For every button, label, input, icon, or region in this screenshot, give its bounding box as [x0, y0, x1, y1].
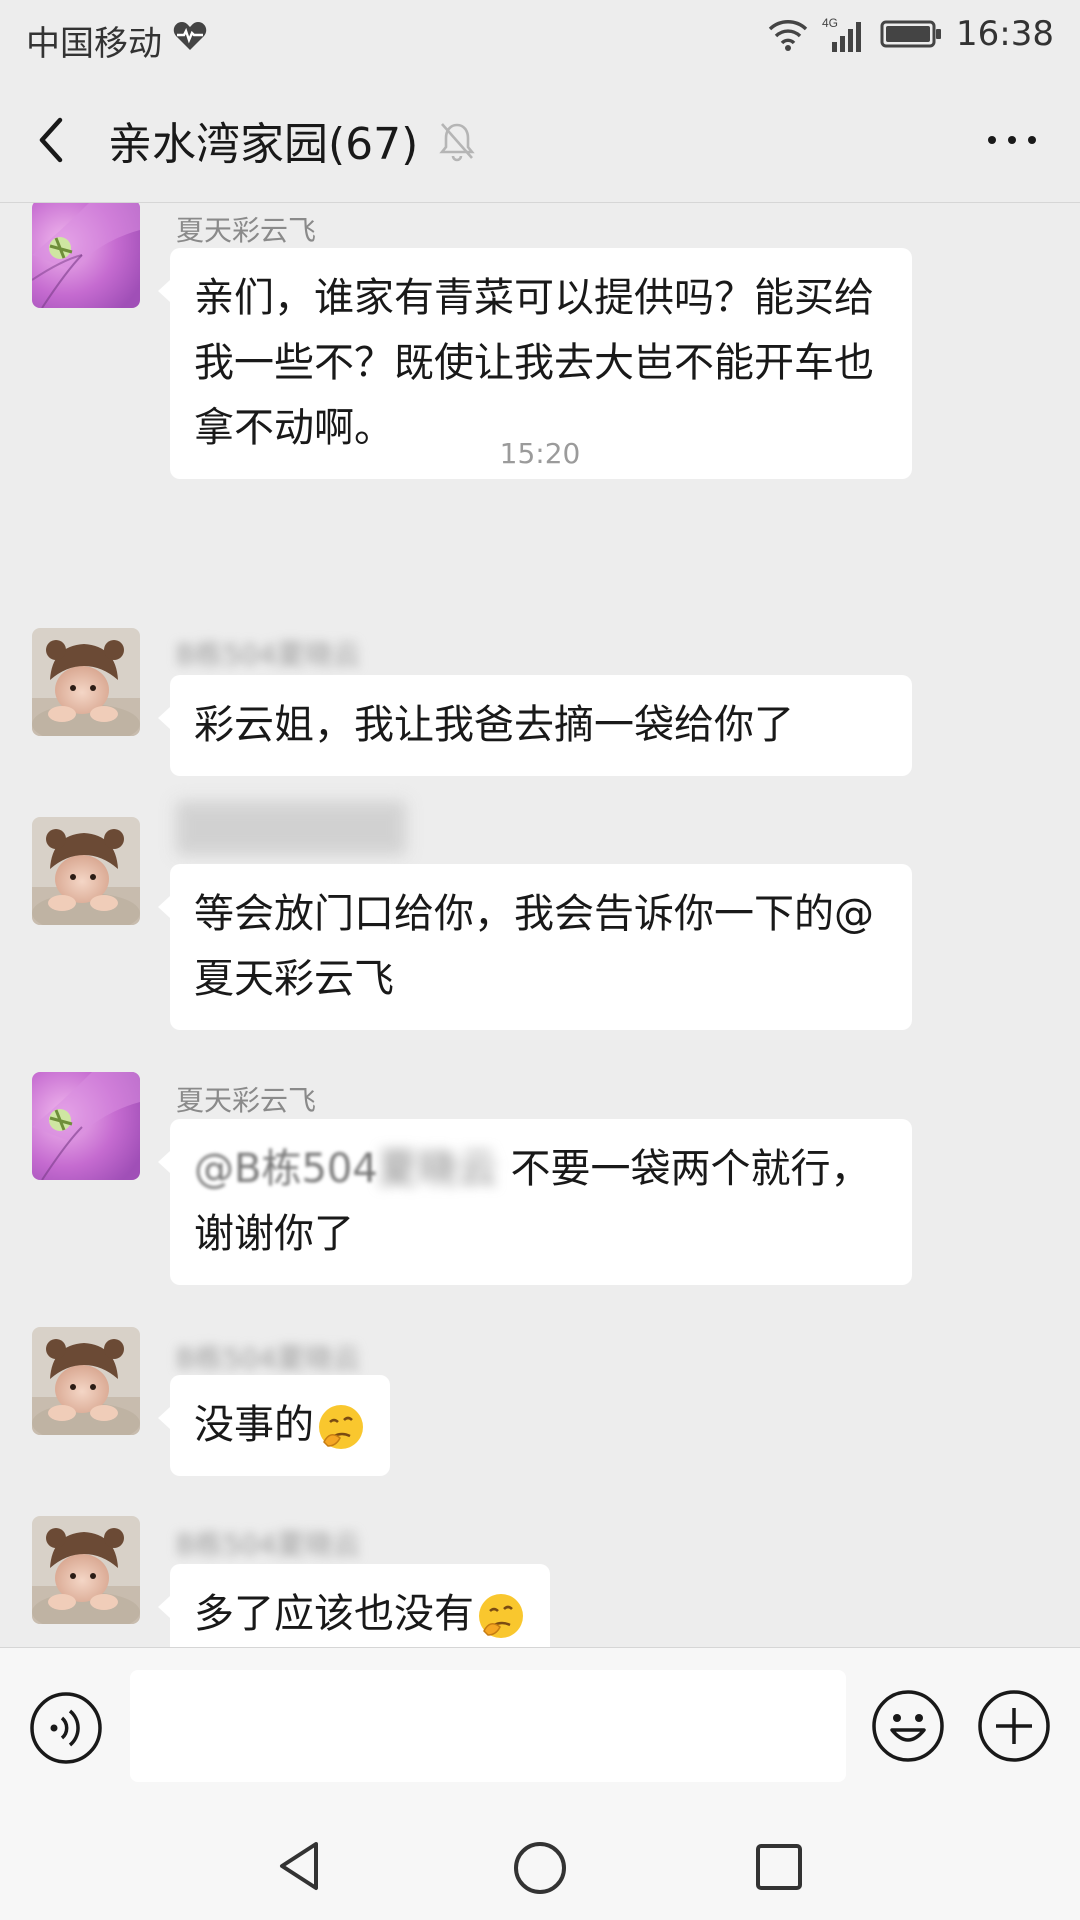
message-text: 多了应该也没有 — [194, 1591, 474, 1637]
heart-pulse-icon — [173, 22, 207, 50]
status-bar: 中国移动 4G 16:38 — [0, 0, 1080, 76]
sender-name: 夏天彩云飞 — [176, 214, 317, 247]
nav-home-button[interactable] — [510, 1838, 570, 1898]
sender-name-redacted: B栋504夏晓云 — [176, 638, 361, 671]
nav-recent-apps-button[interactable] — [752, 1840, 806, 1894]
time-divider: 15:20 — [499, 437, 581, 470]
nav-back-button[interactable] — [272, 1838, 328, 1894]
flower-avatar-image — [32, 203, 140, 308]
more-actions-button[interactable] — [976, 1688, 1052, 1764]
mention-redacted: 夏晓云 — [377, 1146, 498, 1192]
svg-text:4G: 4G — [822, 16, 838, 30]
battery-icon — [880, 20, 942, 48]
avatar[interactable] — [32, 628, 140, 736]
message-bubble[interactable]: 没事的 — [158, 1375, 390, 1476]
avatar[interactable] — [32, 1327, 140, 1435]
thinking-face-emoji — [319, 1405, 363, 1449]
voice-input-button[interactable] — [28, 1690, 104, 1766]
carrier-name: 中国移动 — [26, 24, 162, 64]
avatar[interactable] — [32, 1516, 140, 1624]
message-input[interactable] — [130, 1670, 846, 1782]
sender-name-redacted: B栋504夏晓云 — [176, 1342, 361, 1375]
avatar[interactable] — [32, 1072, 140, 1180]
baby-avatar-image — [32, 628, 140, 736]
message-list[interactable]: 夏天彩云飞 亲们，谁家有青菜可以提供吗？能买给我一些不？既使让我去大岜不能开车也… — [0, 203, 1080, 1647]
chat-header: 亲水湾家园(67) — [0, 76, 1080, 203]
baby-avatar-image — [32, 1516, 140, 1624]
wifi-icon — [768, 20, 808, 51]
thinking-face-emoji — [479, 1594, 523, 1638]
mention-prefix: @B栋504 — [194, 1146, 378, 1192]
message-bubble[interactable]: @B栋504夏晓云 不要一袋两个就行，谢谢你了 — [158, 1119, 912, 1285]
mute-bell-icon — [439, 123, 475, 162]
emoji-button[interactable] — [870, 1688, 946, 1764]
sender-name-redacted: B栋504夏晓云 — [176, 1528, 361, 1561]
back-button[interactable] — [28, 112, 80, 168]
clock: 16:38 — [956, 14, 1054, 54]
system-nav-bar — [0, 1808, 1080, 1920]
signal-4g-icon: 4G — [822, 16, 862, 52]
sender-name-redacted — [176, 801, 406, 855]
group-title: 亲水湾家园(67) — [108, 119, 419, 170]
avatar[interactable] — [32, 817, 140, 925]
message-text: 没事的 — [194, 1402, 314, 1448]
message-bubble[interactable]: 彩云姐，我让我爸去摘一袋给你了 — [158, 675, 912, 776]
sender-name: 夏天彩云飞 — [176, 1084, 317, 1117]
baby-avatar-image — [32, 817, 140, 925]
avatar[interactable] — [32, 203, 140, 308]
message-bubble[interactable]: 等会放门口给你，我会告诉你一下的@夏天彩云飞 — [158, 864, 912, 1030]
input-bar — [0, 1647, 1080, 1808]
message-bubble[interactable]: 多了应该也没有 — [158, 1564, 550, 1647]
baby-avatar-image — [32, 1327, 140, 1435]
more-options-button[interactable] — [984, 122, 1040, 158]
flower-avatar-image — [32, 1072, 140, 1180]
